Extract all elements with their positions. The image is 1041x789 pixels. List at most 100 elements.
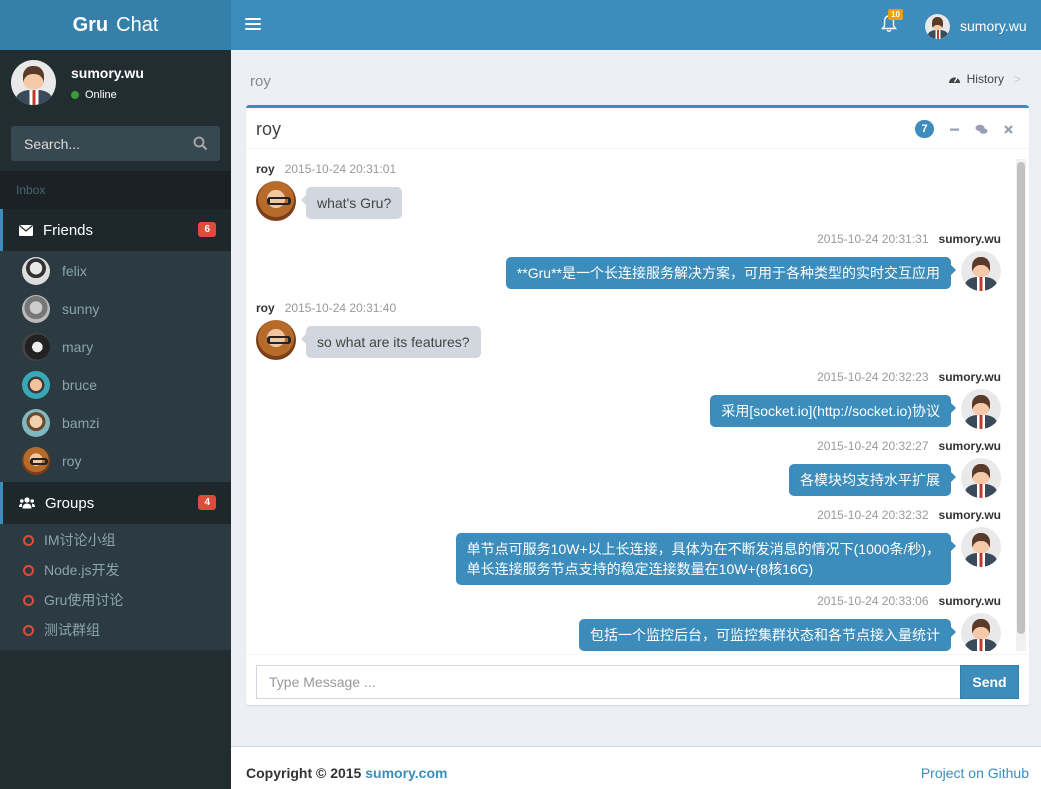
github-link[interactable]: Project on Github (921, 765, 1029, 781)
status-text: Online (85, 89, 117, 101)
notification-badge: 10 (888, 9, 903, 20)
sidebar-item-roy[interactable]: roy (0, 442, 231, 480)
message-timestamp: 2015-10-24 20:32:32 (817, 508, 929, 522)
sidebar-item-felix[interactable]: felix (0, 252, 231, 290)
menu-groups[interactable]: Groups 4 (0, 482, 231, 524)
avatar (22, 295, 50, 323)
sidebar-toggle-icon[interactable] (245, 15, 261, 35)
menu-friends-label: Friends (43, 221, 94, 239)
message-item: 2015-10-24 20:32:32 sumory.wu 单节点可服务10W+… (256, 507, 1001, 585)
chevron-right-icon: > (1013, 72, 1021, 86)
message-info: 2015-10-24 20:32:32 sumory.wu (817, 507, 1001, 523)
message-item: roy 2015-10-24 20:31:01 what's Gru? (256, 161, 1001, 223)
dashboard-icon (948, 77, 960, 83)
send-button[interactable]: Send (960, 665, 1019, 699)
page-footer: Copyright © 2015 sumory.com Project on G… (231, 746, 1041, 789)
avatar (961, 458, 1001, 498)
app-logo[interactable]: Gru Chat (0, 0, 231, 50)
search-icon[interactable] (193, 136, 208, 151)
chat-box-header: roy 7 (246, 108, 1029, 149)
avatar (961, 527, 1001, 567)
search-input[interactable] (11, 126, 181, 161)
minus-icon[interactable] (948, 123, 961, 136)
friends-list: felix sunny mary bruce bamzi roy (0, 251, 231, 483)
message-input[interactable] (256, 665, 961, 699)
avatar (256, 320, 296, 360)
groups-list: IM讨论小组 Node.js开发 Gru使用讨论 测试群组 (0, 524, 231, 650)
chat-footer: Send (246, 654, 1029, 708)
avatar (961, 613, 1001, 651)
avatar (11, 60, 56, 105)
message-item: 2015-10-24 20:32:23 sumory.wu 采用[socket.… (256, 369, 1001, 431)
message-scrollbar[interactable] (1016, 159, 1026, 651)
message-bubble: 单节点可服务10W+以上长连接，具体为在不断发消息的情况下(1000条/秒)， … (455, 533, 957, 585)
menu-groups-label: Groups (45, 494, 95, 512)
message-list: roy 2015-10-24 20:31:01 what's Gru? 2015… (256, 155, 1001, 651)
copyright: Copyright © 2015 sumory.com (246, 765, 447, 781)
menu-friends[interactable]: Friends 6 (0, 209, 231, 251)
avatar (22, 371, 50, 399)
message-sender: roy (256, 301, 275, 315)
message-item: 2015-10-24 20:32:27 sumory.wu 各模块均支持水平扩展 (256, 438, 1001, 500)
scrollbar-thumb[interactable] (1017, 162, 1025, 634)
message-item: roy 2015-10-24 20:31:40 so what are its … (256, 300, 1001, 362)
avatar (925, 13, 950, 39)
friend-name: mary (62, 339, 94, 355)
message-bubble: 包括一个监控后台，可监控集群状态和各节点接入量统计 (579, 619, 956, 651)
message-info: 2015-10-24 20:32:27 sumory.wu (817, 438, 1001, 454)
message-timestamp: 2015-10-24 20:31:01 (284, 162, 397, 176)
message-sender: sumory.wu (938, 232, 1001, 246)
copyright-text: Copyright © 2015 (246, 765, 362, 781)
avatar (961, 389, 1001, 429)
friend-name: felix (62, 263, 87, 279)
nav-user-name: sumory.wu (960, 18, 1027, 34)
logo-bold: Gru (72, 13, 109, 36)
avatar (22, 333, 50, 361)
page-title: roy (250, 73, 271, 90)
group-name: Gru使用讨论 (44, 592, 124, 608)
friend-name: bamzi (62, 415, 100, 431)
message-info: roy 2015-10-24 20:31:40 (256, 300, 396, 316)
message-item: 2015-10-24 20:31:31 sumory.wu **Gru**是一个… (256, 231, 1001, 293)
message-bubble: 采用[socket.io](http://socket.io)协议 (710, 395, 956, 427)
breadcrumb-history: History (966, 72, 1004, 86)
message-timestamp: 2015-10-24 20:32:23 (817, 370, 929, 384)
comments-icon[interactable] (975, 123, 988, 136)
friend-name: bruce (62, 377, 98, 393)
message-sender: sumory.wu (938, 439, 1001, 453)
chat-box: roy 7 roy 2015-10-24 20:31:01 what's Gru… (246, 105, 1029, 705)
group-name: 测试群组 (44, 622, 100, 638)
sidebar-item-sunny[interactable]: sunny (0, 290, 231, 328)
logo-light: Chat (116, 13, 159, 36)
message-sender: sumory.wu (938, 370, 1001, 384)
sidebar-user-name: sumory.wu (71, 65, 144, 81)
circle-icon (23, 624, 34, 636)
sidebar-item-group[interactable]: IM讨论小组 (0, 525, 231, 555)
message-info: 2015-10-24 20:32:23 sumory.wu (817, 369, 1001, 385)
circle-icon (23, 564, 34, 576)
circle-icon (23, 594, 34, 606)
site-link[interactable]: sumory.com (365, 765, 447, 781)
sidebar-item-group[interactable]: 测试群组 (0, 615, 231, 645)
message-sender: roy (256, 162, 275, 176)
envelope-icon (19, 224, 33, 236)
online-status: Online (71, 89, 117, 101)
avatar (961, 251, 1001, 291)
friends-count-badge: 6 (198, 222, 216, 237)
sidebar-item-bamzi[interactable]: bamzi (0, 404, 231, 442)
message-line: 单长连接服务节点支持的稳定连接数量在10W+(8核16G) (466, 561, 814, 577)
message-item: 2015-10-24 20:33:06 sumory.wu 包括一个监控后台，可… (256, 593, 1001, 651)
group-name: Node.js开发 (44, 562, 120, 578)
close-icon[interactable] (1002, 123, 1015, 136)
user-menu[interactable]: sumory.wu (925, 12, 1027, 40)
sidebar-item-group[interactable]: Gru使用讨论 (0, 585, 231, 615)
message-timestamp: 2015-10-24 20:32:27 (817, 439, 929, 453)
sidebar-item-group[interactable]: Node.js开发 (0, 555, 231, 585)
breadcrumb[interactable]: History > (948, 72, 1021, 86)
online-dot-icon (71, 91, 79, 99)
circle-icon (23, 534, 34, 546)
sidebar-item-mary[interactable]: mary (0, 328, 231, 366)
friend-name: sunny (62, 301, 100, 317)
sidebar-item-bruce[interactable]: bruce (0, 366, 231, 404)
section-header-inbox: Inbox (0, 171, 231, 209)
